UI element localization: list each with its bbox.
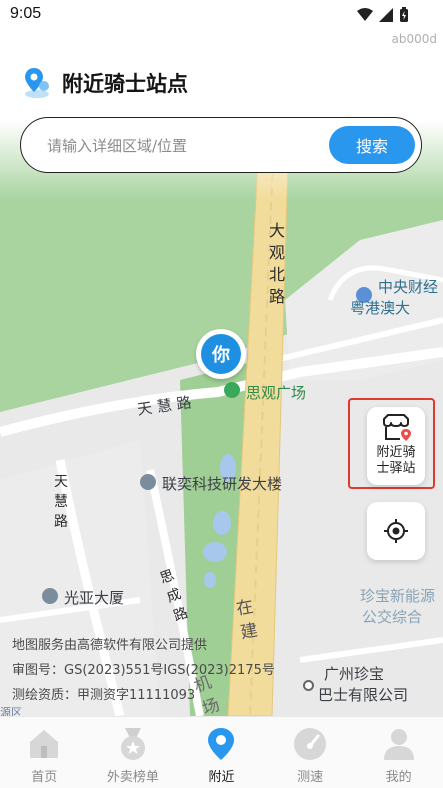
wifi-icon xyxy=(357,8,373,21)
poi-lianyi-building[interactable]: 联奕科技研发大楼 xyxy=(162,473,282,494)
road-label-daguan: 大观北路 xyxy=(268,221,285,306)
nav-label-nearby: 附近 xyxy=(208,770,235,785)
nav-item-nearby[interactable]: 附近 xyxy=(177,717,266,788)
status-time: 9:05 xyxy=(10,5,42,22)
speedometer-icon xyxy=(292,726,328,762)
poi-bus-hub[interactable]: 公交综合 xyxy=(362,606,422,627)
nav-label-home: 首页 xyxy=(31,770,58,785)
poi-yuegang[interactable]: 粤港澳大 xyxy=(350,297,410,318)
dot-marker-icon xyxy=(303,680,314,691)
battery-icon xyxy=(400,7,408,22)
poi-zhenbao-energy[interactable]: 珍宝新能源 xyxy=(360,585,435,606)
search-button[interactable]: 搜索 xyxy=(329,126,415,164)
poi-zhongyang[interactable]: 中央财经 xyxy=(378,276,438,297)
credit-line-provider: 地图服务由高德软件有限公司提供 xyxy=(12,638,208,653)
road-label-tianhui-vertical: 天慧路 xyxy=(54,474,68,530)
page-header: 附近骑士站点 xyxy=(22,66,188,100)
building-pin-icon xyxy=(42,588,58,604)
poi-guangzhou-zhenbao-company[interactable]: 巴士有限公司 xyxy=(318,684,408,705)
locate-button[interactable] xyxy=(367,502,425,560)
you-location-marker[interactable]: 你 xyxy=(196,329,246,379)
nav-label-profile: 我的 xyxy=(385,770,412,785)
store-location-icon xyxy=(383,414,411,441)
nav-label-speedtest: 测速 xyxy=(297,770,324,785)
screen: 大观北路 天 慧 路 天慧路 思成路 在建 机场 思观广场 联奕科技研发大楼 光… xyxy=(0,0,443,788)
search-input[interactable] xyxy=(45,131,329,161)
nav-item-takeout-rank[interactable]: 外卖榜单 xyxy=(89,717,178,788)
map-credits: 地图服务由高德软件有限公司提供 审图号：GS(2023)551号IGS(2023… xyxy=(12,633,275,708)
search-bar: 搜索 xyxy=(20,117,422,173)
bottom-nav: 首页 外卖榜单 附近 测速 我的 xyxy=(0,716,443,788)
poi-guangzhou-zhenbao[interactable]: 广州珍宝 xyxy=(324,663,384,684)
medal-star-icon xyxy=(115,726,151,762)
map-pin-location-icon xyxy=(25,68,49,98)
locate-crosshair-icon xyxy=(384,519,408,543)
location-pin-icon xyxy=(203,726,239,762)
nearby-station-button[interactable]: 附近骑士驿站 xyxy=(367,407,425,485)
park-pin-icon xyxy=(224,382,240,398)
status-bar: 9:05 ab000d xyxy=(0,0,443,46)
home-icon xyxy=(26,726,62,762)
build-tag: ab000d xyxy=(391,32,438,46)
nav-item-profile[interactable]: 我的 xyxy=(354,717,443,788)
nav-item-home[interactable]: 首页 xyxy=(0,717,89,788)
user-icon xyxy=(381,726,417,762)
you-marker-label: 你 xyxy=(201,334,241,374)
page-title: 附近骑士站点 xyxy=(62,72,188,96)
nav-label-takeout-rank: 外卖榜单 xyxy=(106,770,159,785)
building-pin-icon xyxy=(140,474,156,490)
nav-item-speedtest[interactable]: 测速 xyxy=(266,717,355,788)
poi-guangya-tower[interactable]: 光亚大厦 xyxy=(64,587,124,608)
poi-sikuan-square[interactable]: 思观广场 xyxy=(246,382,306,403)
credit-line-survey: 测绘资质：甲测资字11111093 xyxy=(12,688,196,703)
status-icons xyxy=(357,7,409,23)
signal-icon xyxy=(379,8,393,22)
nearby-station-label: 附近骑士驿站 xyxy=(376,445,416,476)
credit-line-approval: 审图号：GS(2023)551号IGS(2023)2175号 xyxy=(12,663,275,678)
